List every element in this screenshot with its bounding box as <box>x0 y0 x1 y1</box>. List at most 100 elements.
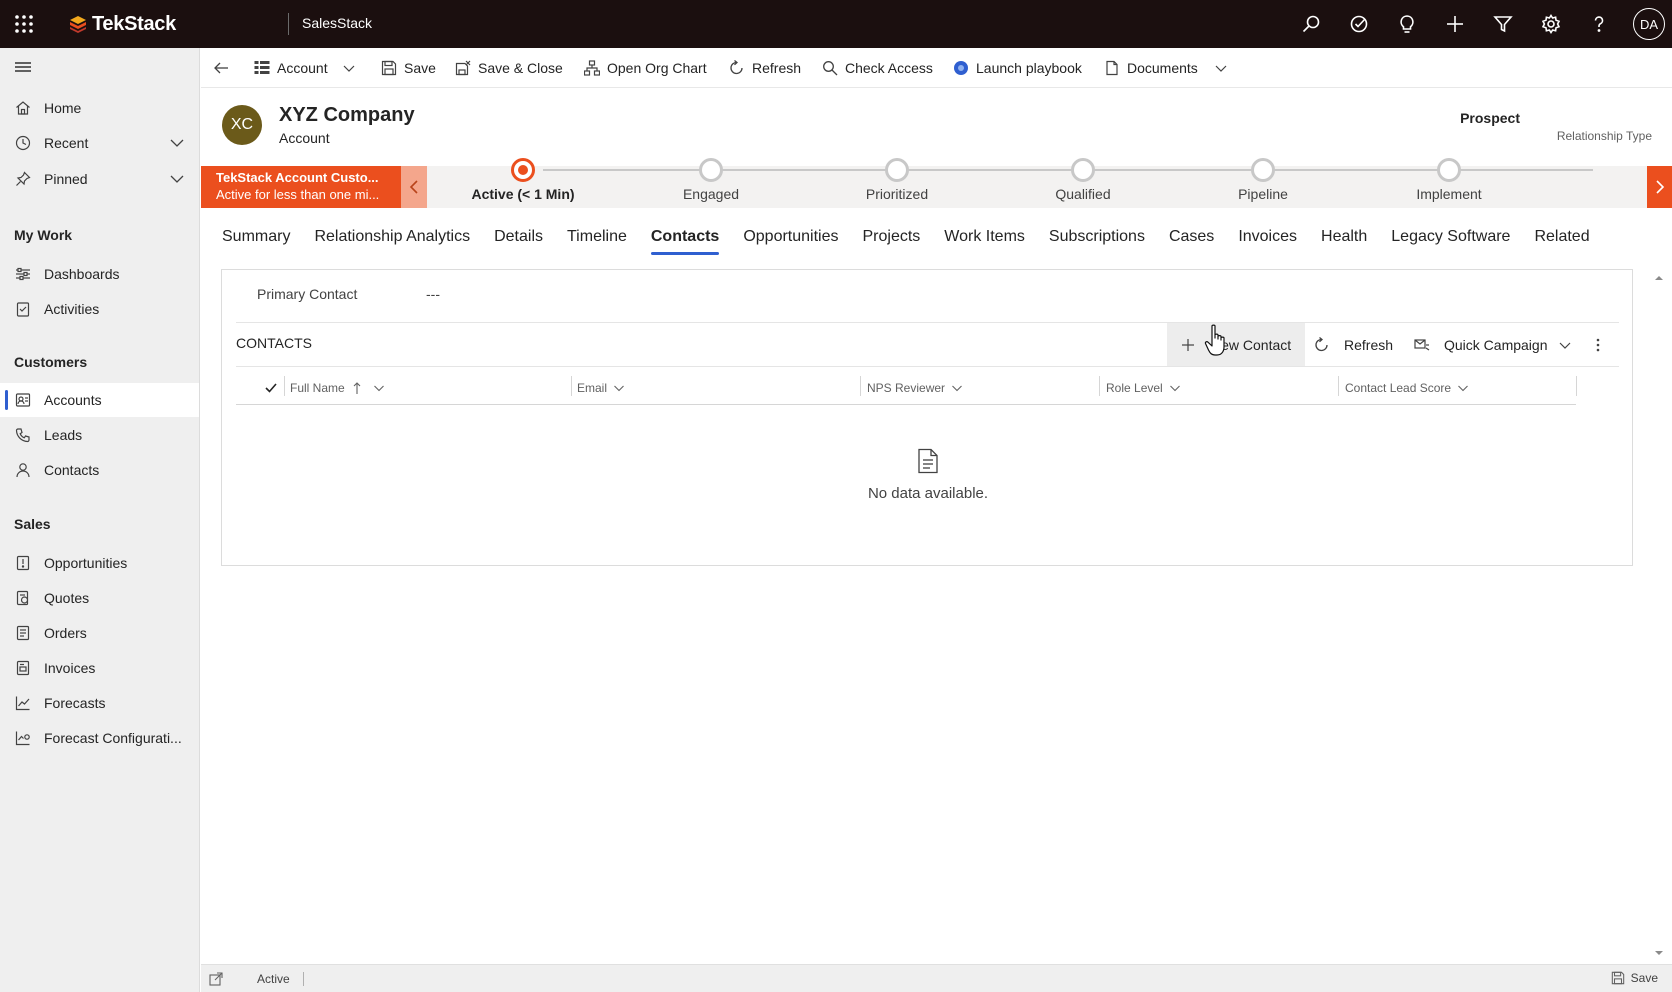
sidebar-toggle-button[interactable] <box>0 50 199 84</box>
sidebar-item-quotes[interactable]: Quotes <box>0 581 199 615</box>
tab-opportunities[interactable]: Opportunities <box>743 225 838 255</box>
sidebar-item-accounts[interactable]: Accounts <box>0 383 199 417</box>
save-button[interactable]: Save <box>381 48 436 88</box>
tab-subscriptions[interactable]: Subscriptions <box>1049 225 1145 255</box>
scroll-up-arrow[interactable] <box>1654 273 1664 283</box>
sidebar-item-leads[interactable]: Leads <box>0 418 199 452</box>
process-duration: Active for less than one mi... <box>216 187 380 202</box>
scroll-down-arrow[interactable] <box>1654 948 1664 958</box>
chevron-down-icon[interactable] <box>168 134 186 152</box>
tab-work-items[interactable]: Work Items <box>944 225 1025 255</box>
sidebar-item-pinned[interactable]: Pinned <box>0 162 199 196</box>
column-divider <box>1099 376 1100 396</box>
column-header-full-name[interactable]: Full Name <box>290 376 385 400</box>
plus-icon[interactable] <box>1443 12 1467 36</box>
tab-cases[interactable]: Cases <box>1169 225 1214 255</box>
process-stage[interactable]: Engaged <box>611 158 811 208</box>
sort-ascending-icon <box>351 381 363 395</box>
check-access-button[interactable]: Check Access <box>822 48 933 88</box>
column-header-nps-reviewer[interactable]: NPS Reviewer <box>867 376 963 400</box>
gear-icon[interactable] <box>1539 12 1563 36</box>
sidebar-item-activities[interactable]: Activities <box>0 292 199 326</box>
sidebar-item-opportunities[interactable]: Opportunities <box>0 546 199 580</box>
sidebar-group-sales: Sales <box>14 516 51 532</box>
tab-details[interactable]: Details <box>494 225 543 255</box>
lightbulb-icon[interactable] <box>1395 12 1419 36</box>
sidebar-item-home[interactable]: Home <box>0 91 199 125</box>
save-icon <box>1611 971 1625 985</box>
sidebar-item-invoices[interactable]: Invoices <box>0 651 199 685</box>
user-avatar[interactable]: DA <box>1633 8 1665 40</box>
column-header-email[interactable]: Email <box>577 376 625 400</box>
select-all-checkbox[interactable] <box>264 376 278 400</box>
stage-label: Engaged <box>682 186 740 202</box>
process-flag[interactable]: TekStack Account Custo... Active for les… <box>201 166 401 208</box>
tab-contacts[interactable]: Contacts <box>650 225 720 255</box>
sidebar-item-label: Forecast Configurati... <box>44 730 182 746</box>
sidebar-item-recent[interactable]: Recent <box>0 126 199 160</box>
sidebar-item-label: Forecasts <box>44 695 106 711</box>
quick-campaign-button[interactable]: Quick Campaign <box>1414 323 1572 366</box>
brand-name: TekStack <box>92 12 176 35</box>
column-header-label: NPS Reviewer <box>867 381 946 395</box>
tab-timeline[interactable]: Timeline <box>567 225 627 255</box>
back-button[interactable] <box>213 48 229 88</box>
documents-button[interactable]: Documents <box>1104 48 1229 88</box>
brand-logo[interactable]: TekStack <box>68 12 176 36</box>
next-stage-button[interactable] <box>1647 166 1672 208</box>
open-org-chart-label: Open Org Chart <box>607 60 707 76</box>
task-icon[interactable] <box>1347 12 1371 36</box>
open-in-new-window-icon[interactable] <box>209 972 223 986</box>
process-stage[interactable]: Qualified <box>983 158 1183 208</box>
subgrid-title: CONTACTS <box>236 335 312 351</box>
sidebar-item-orders[interactable]: Orders <box>0 616 199 650</box>
sidebar-item-label: Pinned <box>44 171 88 187</box>
chevron-down-icon <box>1169 382 1181 394</box>
chevron-down-icon[interactable] <box>168 170 186 188</box>
process-stage[interactable]: Active (< 1 Min) <box>423 158 623 208</box>
save-close-button[interactable]: Save & Close <box>455 48 563 88</box>
statusbar-save-button[interactable]: Save <box>1611 971 1658 985</box>
open-org-chart-button[interactable]: Open Org Chart <box>584 48 707 88</box>
subgrid-refresh-button[interactable]: Refresh <box>1314 323 1393 366</box>
app-name[interactable]: SalesStack <box>302 15 372 31</box>
refresh-button[interactable]: Refresh <box>729 48 801 88</box>
chevron-down-icon <box>951 382 963 394</box>
process-stage[interactable]: Prioritized <box>797 158 997 208</box>
more-commands-button[interactable] <box>1595 323 1601 366</box>
column-header-contact-lead-score[interactable]: Contact Lead Score <box>1345 376 1469 400</box>
check-access-label: Check Access <box>845 60 933 76</box>
tab-invoices[interactable]: Invoices <box>1238 225 1297 255</box>
chevron-down-icon <box>613 382 625 394</box>
sidebar-item-forecasts[interactable]: Forecasts <box>0 686 199 720</box>
empty-document-icon <box>916 448 940 474</box>
tab-projects[interactable]: Projects <box>863 225 921 255</box>
process-stage[interactable]: Pipeline <box>1163 158 1363 208</box>
tab-related[interactable]: Related <box>1534 225 1589 255</box>
primary-contact-field[interactable]: --- <box>426 286 440 302</box>
tab-legacy-software[interactable]: Legacy Software <box>1391 225 1510 255</box>
sidebar-item-forecast-configuration[interactable]: Forecast Configurati... <box>0 721 199 755</box>
column-header-label: Contact Lead Score <box>1345 381 1452 395</box>
tab-relationship-analytics[interactable]: Relationship Analytics <box>314 225 470 255</box>
chevron-down-icon <box>1213 60 1229 76</box>
new-contact-button[interactable]: New Contact <box>1167 323 1305 366</box>
form-selector-button[interactable]: Account <box>254 48 357 88</box>
search-icon[interactable] <box>1299 12 1323 36</box>
column-header-role-level[interactable]: Role Level <box>1106 376 1181 400</box>
tab-health[interactable]: Health <box>1321 225 1367 255</box>
filter-icon[interactable] <box>1491 12 1515 36</box>
launch-playbook-button[interactable]: Launch playbook <box>953 48 1082 88</box>
chart-settings-icon <box>14 729 32 747</box>
sidebar-item-contacts[interactable]: Contacts <box>0 453 199 487</box>
sidebar-item-label: Dashboards <box>44 266 120 282</box>
relationship-type-value[interactable]: Prospect <box>1460 110 1520 126</box>
process-stage[interactable]: Implement <box>1349 158 1549 208</box>
help-icon[interactable] <box>1587 12 1611 36</box>
process-name: TekStack Account Custo... <box>216 170 379 185</box>
tab-summary[interactable]: Summary <box>222 225 290 255</box>
arrow-left-icon <box>213 60 229 76</box>
sidebar-item-dashboards[interactable]: Dashboards <box>0 257 199 291</box>
stage-label: Pipeline <box>1238 186 1288 202</box>
app-launcher-icon[interactable] <box>12 12 36 36</box>
